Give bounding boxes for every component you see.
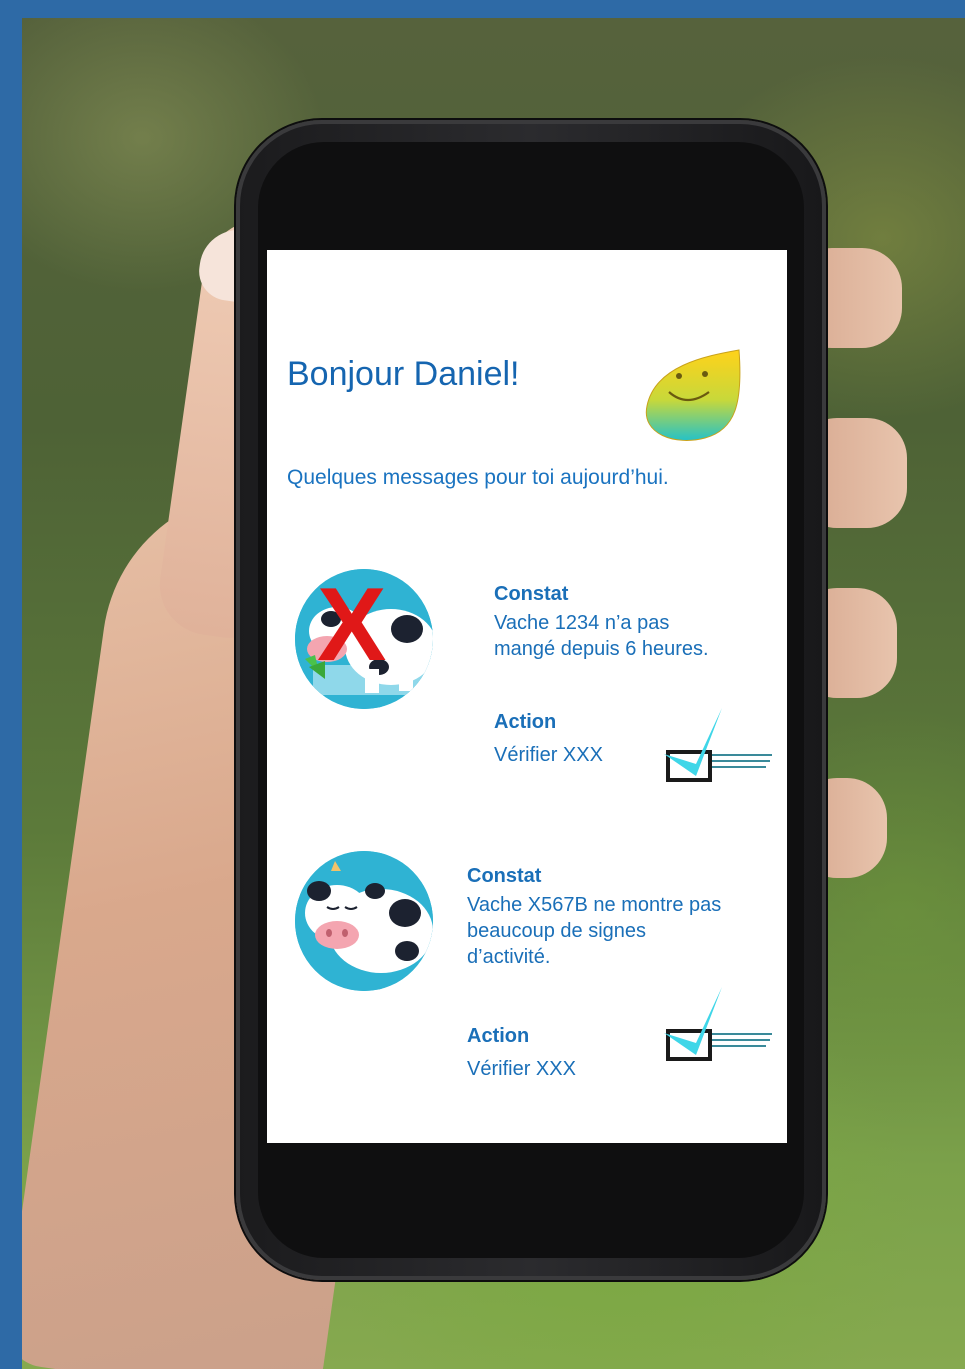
message-2-action-label: Action	[467, 1025, 530, 1047]
finding-line: beaucoup de signes	[467, 920, 647, 942]
smiley-drop-logo	[645, 349, 741, 441]
message-2-action-text: Vérifier XXX	[467, 1058, 576, 1080]
message-1-image: X	[295, 569, 433, 709]
message-2-finding-text: Vache X567B ne montre pas beaucoup de si…	[467, 892, 721, 970]
phone-screen: Bonjour Daniel! Quelques messages pour t…	[267, 250, 787, 1143]
message-2-image	[295, 851, 433, 991]
cow-sleeping-icon	[295, 851, 433, 991]
finding-line: mangé depuis 6 heures.	[494, 638, 709, 660]
cross-marker: X	[317, 569, 387, 683]
subtitle: Quelques messages pour toi aujourd’hui.	[287, 466, 669, 489]
scene: Bonjour Daniel! Quelques messages pour t…	[0, 0, 965, 1369]
message-1-action-text: Vérifier XXX	[494, 744, 603, 766]
finding-line: Vache 1234 n’a pas	[494, 612, 670, 634]
finding-line: Vache X567B ne montre pas	[467, 894, 722, 916]
message-1-finding-label: Constat	[494, 583, 569, 605]
message-1-finding-text: Vache 1234 n’a pas mangé depuis 6 heures…	[494, 610, 709, 662]
message-2-finding-label: Constat	[467, 865, 542, 887]
top-frame-band	[0, 0, 965, 18]
greeting-title: Bonjour Daniel!	[287, 355, 520, 393]
left-frame-band	[0, 0, 22, 1369]
finding-line: d’activité.	[467, 946, 551, 968]
message-1-action-label: Action	[494, 711, 557, 733]
message-1-check-icon[interactable]	[662, 708, 782, 788]
message-2-check-icon[interactable]	[662, 987, 782, 1067]
